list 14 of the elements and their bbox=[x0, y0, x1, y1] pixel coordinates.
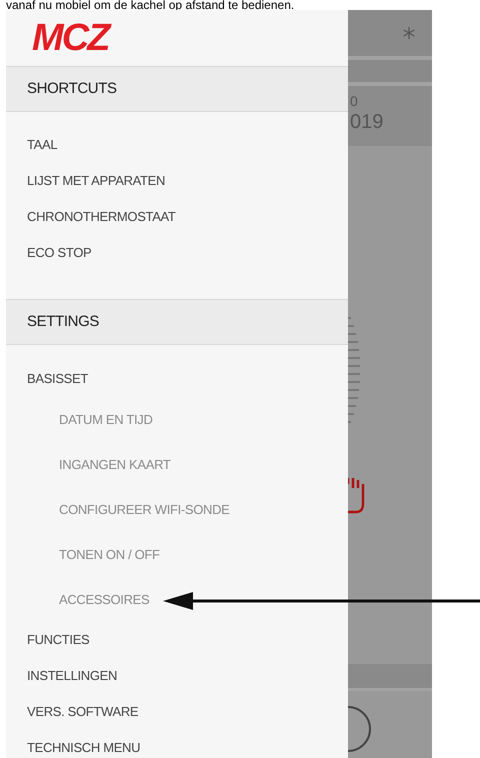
menu-item[interactable]: INSTELLINGEN bbox=[6, 658, 348, 694]
menu-item[interactable]: ECO STOP bbox=[6, 235, 348, 271]
menu-item[interactable]: LIJST MET APPARATEN bbox=[6, 163, 348, 199]
menu-item[interactable]: BASISSET bbox=[6, 361, 348, 397]
snowflake-icon[interactable] bbox=[403, 27, 415, 39]
menu-item[interactable]: CHRONOTHERMOSTAAT bbox=[6, 199, 348, 235]
menu-item[interactable]: TECHNISCH MENU bbox=[6, 730, 348, 758]
caption-text: vanaf nu mobiel om de kachel op afstand te bedienen. bbox=[6, 0, 294, 10]
logo: MCZ bbox=[32, 19, 109, 57]
menu-item[interactable]: TAAL bbox=[6, 127, 348, 163]
menu-item[interactable]: FUNCTIES bbox=[6, 622, 348, 658]
menu-item[interactable]: VERS. SOFTWARE bbox=[6, 694, 348, 730]
section-header: SHORTCUTS bbox=[6, 66, 348, 112]
section-header: SETTINGS bbox=[6, 299, 348, 345]
